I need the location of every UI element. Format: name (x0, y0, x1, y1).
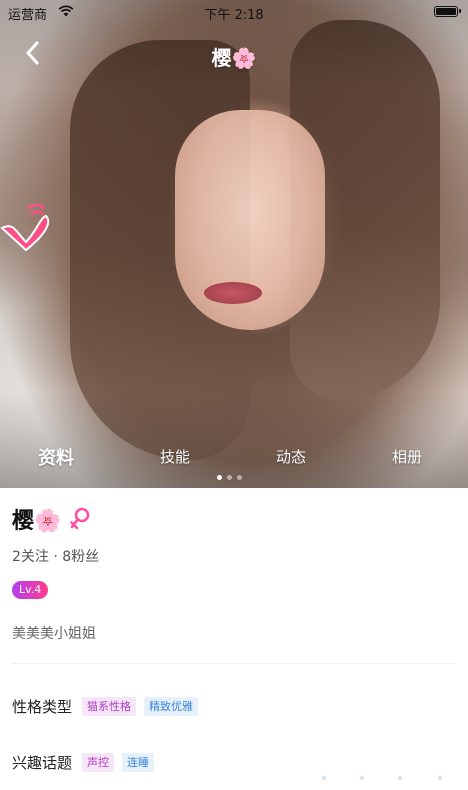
carousel-dot[interactable] (227, 475, 232, 480)
personality-row: 性格类型 猫系性格 精致优雅 (12, 694, 206, 718)
interest-tag: 声控 (82, 752, 115, 772)
carousel-page-indicator (217, 475, 257, 481)
personality-label: 性格类型 (12, 697, 73, 716)
tab-skills[interactable]: 技能 (160, 446, 190, 467)
profile-info-panel: 樱🌸 2关注 · 8粉丝 Lv.4 美美美小姐姐 性格类型 猫系性格 精致优雅 … (0, 488, 468, 790)
user-name: 樱🌸 (12, 509, 62, 534)
profile-screen: 运营商 下午 2:18 樱🌸 资料 技能 动态 相册 樱🌸 2关注 · 8粉丝 … (0, 0, 468, 790)
section-divider (12, 663, 456, 664)
personality-tag: 精致优雅 (144, 696, 199, 716)
page-title: 樱🌸 (211, 46, 257, 70)
interests-label: 兴趣话题 (12, 753, 73, 772)
photo-gradient-overlay (0, 0, 468, 488)
tab-album[interactable]: 相册 (392, 446, 422, 467)
carousel-dot[interactable] (237, 475, 242, 480)
bottom-edge-decoration (322, 776, 442, 780)
battery-icon (434, 6, 461, 17)
user-bio: 美美美小姐姐 (12, 626, 96, 642)
profile-tabs: 资料 技能 动态 相册 (0, 446, 468, 476)
clock: 下午 2:18 (204, 8, 264, 23)
name-row: 樱🌸 (12, 504, 91, 534)
follow-stats[interactable]: 2关注 · 8粉丝 (12, 546, 99, 566)
tab-moments[interactable]: 动态 (276, 446, 306, 467)
female-symbol-icon (70, 507, 90, 530)
interests-row: 兴趣话题 声控 连睡 (12, 750, 162, 774)
profile-cover-photo[interactable] (0, 0, 468, 488)
carousel-dot[interactable] (217, 475, 222, 480)
level-badge: Lv.4 (12, 581, 49, 599)
personality-tag: 猫系性格 (82, 696, 137, 716)
floating-heart-icon[interactable] (0, 198, 52, 258)
interest-tag: 连睡 (122, 752, 155, 772)
status-bar: 运营商 下午 2:18 (0, 0, 468, 24)
tab-profile-info[interactable]: 资料 (38, 444, 74, 470)
